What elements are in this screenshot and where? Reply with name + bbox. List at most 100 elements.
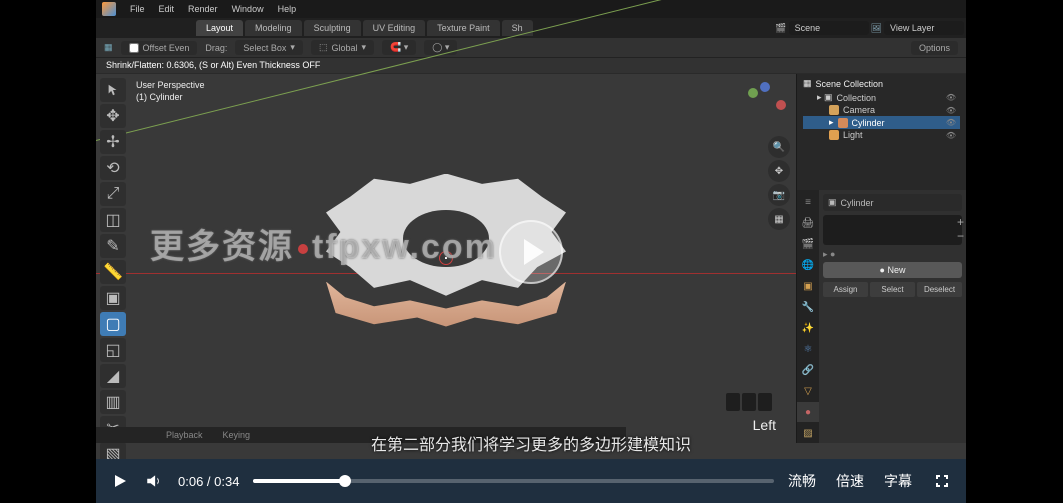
outliner-item-cylinder[interactable]: ▸ Cylinder👁 bbox=[803, 116, 960, 129]
props-tab-texture[interactable]: ▨ bbox=[797, 423, 819, 443]
3d-cursor-icon bbox=[439, 251, 453, 265]
volume-button[interactable] bbox=[144, 471, 164, 491]
tool-select[interactable] bbox=[100, 78, 126, 102]
options-dropdown[interactable]: Options bbox=[911, 41, 958, 55]
outliner-panel[interactable]: ▦ Scene Collection ▸ ▣ Collection👁 Camer… bbox=[797, 74, 966, 190]
visibility-icon[interactable]: 👁 bbox=[946, 131, 956, 140]
tool-transform[interactable]: ◫ bbox=[100, 208, 126, 232]
light-icon bbox=[829, 130, 839, 140]
outliner-collection[interactable]: ▸ ▣ Collection👁 bbox=[803, 91, 960, 104]
tab-texture-paint[interactable]: Texture Paint bbox=[427, 20, 500, 36]
orientation-select[interactable]: ⬚ Global ▾ bbox=[311, 40, 374, 55]
material-remove-icon[interactable]: − bbox=[957, 229, 964, 243]
props-tab-render[interactable]: ≡ bbox=[797, 192, 819, 212]
drag-mode-select[interactable]: Select Box ▾ bbox=[235, 40, 303, 55]
nav-camera-icon[interactable]: 📷 bbox=[768, 184, 790, 206]
menu-window[interactable]: Window bbox=[232, 4, 264, 14]
props-tab-strip: ≡ 🖨 🎬 🌐 ▣ 🔧 ✨ ⚛ 🔗 ▽ ● ▨ bbox=[797, 190, 819, 443]
nav-zoom-icon[interactable]: 🔍 bbox=[768, 136, 790, 158]
visibility-icon[interactable]: 👁 bbox=[946, 118, 956, 127]
axis-y-icon[interactable] bbox=[748, 88, 758, 98]
scene-icon[interactable]: 🎬 bbox=[775, 23, 786, 34]
mode-icon[interactable]: ▦ bbox=[104, 42, 113, 53]
tool-inset[interactable]: ◱ bbox=[100, 338, 126, 362]
outliner-item-light[interactable]: Light👁 bbox=[803, 129, 960, 141]
material-new-button[interactable]: ● New bbox=[823, 262, 962, 278]
props-tab-material[interactable]: ● bbox=[797, 402, 819, 422]
props-tab-world[interactable]: 🌐 bbox=[797, 255, 819, 275]
visibility-icon[interactable]: 👁 bbox=[946, 93, 956, 102]
speed-button[interactable]: 倍速 bbox=[836, 471, 864, 491]
tab-layout[interactable]: Layout bbox=[196, 20, 243, 36]
tool-move[interactable]: ✢ bbox=[100, 130, 126, 154]
visibility-icon[interactable]: 👁 bbox=[946, 106, 956, 115]
play-pause-button[interactable] bbox=[110, 471, 130, 491]
tool-measure[interactable]: 📏 bbox=[100, 260, 126, 284]
nav-perspective-icon[interactable]: ▦ bbox=[768, 208, 790, 230]
3d-viewport[interactable]: User Perspective (1) Cylinder ✥ ✢ ⟲ ⤢ ◫ … bbox=[96, 74, 796, 443]
axis-z-icon[interactable] bbox=[760, 82, 770, 92]
tool-loopcut[interactable]: ▥ bbox=[100, 390, 126, 414]
time-display: 0:06 / 0:34 bbox=[178, 474, 239, 489]
outliner-root[interactable]: ▦ Scene Collection bbox=[803, 78, 960, 89]
props-tab-constraint[interactable]: 🔗 bbox=[797, 360, 819, 380]
menu-render[interactable]: Render bbox=[188, 4, 218, 14]
tool-scale[interactable]: ⤢ bbox=[100, 182, 126, 206]
tool-add-cube[interactable]: ▣ bbox=[100, 286, 126, 310]
props-tab-mesh[interactable]: ▽ bbox=[797, 381, 819, 401]
operator-status: Shrink/Flatten: 0.6306, (S or Alt) Even … bbox=[96, 58, 966, 74]
nav-gizmo[interactable] bbox=[740, 80, 790, 130]
tool-annotate[interactable]: ✎ bbox=[100, 234, 126, 258]
fullscreen-button[interactable] bbox=[932, 471, 952, 491]
footer-playback[interactable]: Playback bbox=[166, 430, 203, 440]
material-deselect-button[interactable]: Deselect bbox=[917, 282, 962, 297]
blender-logo-icon bbox=[102, 2, 116, 16]
menu-file[interactable]: File bbox=[130, 4, 145, 14]
props-tab-particle[interactable]: ✨ bbox=[797, 318, 819, 338]
props-tab-object[interactable]: ▣ bbox=[797, 276, 819, 296]
quality-button[interactable]: 流畅 bbox=[788, 471, 816, 491]
material-slot[interactable] bbox=[823, 215, 962, 245]
nav-pan-icon[interactable]: ✥ bbox=[768, 160, 790, 182]
props-tab-modifier[interactable]: 🔧 bbox=[797, 297, 819, 317]
menu-bar: File Edit Render Window Help bbox=[96, 0, 966, 18]
material-assign-button[interactable]: Assign bbox=[823, 282, 868, 297]
props-tab-output[interactable]: 🖨 bbox=[797, 213, 819, 233]
progress-bar[interactable] bbox=[253, 479, 774, 483]
view-axes-icon[interactable] bbox=[726, 393, 772, 411]
viewlayer-input[interactable]: View Layer bbox=[884, 21, 964, 35]
viewlayer-icon[interactable]: 🖼 bbox=[871, 23, 882, 34]
scene-name-input[interactable]: Scene bbox=[789, 21, 869, 35]
footer-keying[interactable]: Keying bbox=[223, 430, 251, 440]
tab-shading[interactable]: Sh bbox=[502, 20, 533, 36]
tab-uv-editing[interactable]: UV Editing bbox=[363, 20, 426, 36]
axis-x-icon[interactable] bbox=[776, 100, 786, 110]
tool-extrude[interactable]: ▢ bbox=[100, 312, 126, 336]
caption-button[interactable]: 字幕 bbox=[884, 471, 912, 491]
tool-polybuild[interactable]: ▧ bbox=[100, 442, 126, 459]
drag-label: Drag: bbox=[205, 43, 227, 53]
material-add-icon[interactable]: + bbox=[957, 215, 964, 229]
tab-sculpting[interactable]: Sculpting bbox=[304, 20, 361, 36]
viewport-info: User Perspective (1) Cylinder bbox=[136, 80, 205, 103]
workspace-tabs: Layout Modeling Sculpting UV Editing Tex… bbox=[96, 18, 966, 38]
proportional-toggle[interactable]: ◯ ▾ bbox=[424, 40, 457, 55]
props-breadcrumb[interactable]: ▣ Cylinder bbox=[823, 194, 962, 211]
snap-toggle[interactable]: 🧲 ▾ bbox=[382, 40, 416, 55]
tool-bevel[interactable]: ◢ bbox=[100, 364, 126, 388]
props-tab-scene[interactable]: 🎬 bbox=[797, 234, 819, 254]
offset-even-toggle[interactable]: Offset Even bbox=[121, 41, 198, 55]
menu-edit[interactable]: Edit bbox=[159, 4, 175, 14]
view-orientation-label: Left bbox=[753, 417, 776, 433]
video-play-button[interactable] bbox=[499, 220, 563, 284]
progress-thumb[interactable] bbox=[339, 475, 351, 487]
props-tab-physics[interactable]: ⚛ bbox=[797, 339, 819, 359]
video-controls: 0:06 / 0:34 流畅 倍速 字幕 bbox=[96, 459, 966, 503]
tool-rotate[interactable]: ⟲ bbox=[100, 156, 126, 180]
menu-help[interactable]: Help bbox=[278, 4, 297, 14]
material-select-button[interactable]: Select bbox=[870, 282, 915, 297]
toolbar: ✥ ✢ ⟲ ⤢ ◫ ✎ 📏 ▣ ▢ ◱ ◢ ▥ ✂ ▧ ⟳ bbox=[100, 78, 126, 459]
outliner-item-camera[interactable]: Camera👁 bbox=[803, 104, 960, 116]
tool-cursor[interactable]: ✥ bbox=[100, 104, 126, 128]
tab-modeling[interactable]: Modeling bbox=[245, 20, 302, 36]
